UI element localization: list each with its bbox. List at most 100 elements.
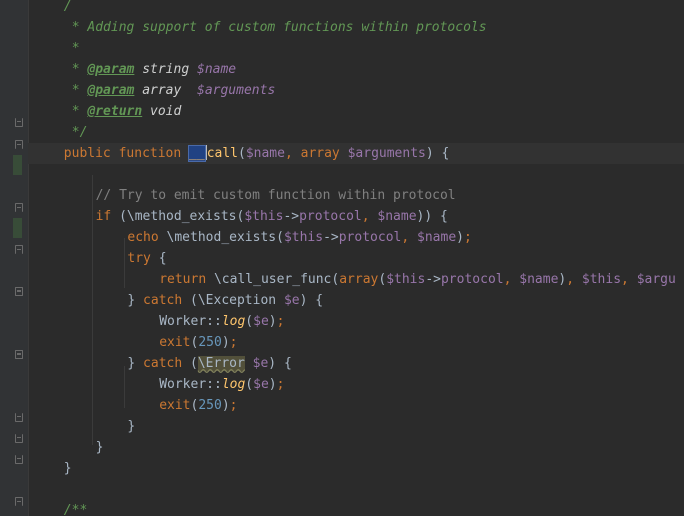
code-line[interactable]: * Adding support of custom functions wit… xyxy=(28,17,684,38)
code-line[interactable]: if (\method_exists($this->protocol, $nam… xyxy=(28,206,684,227)
code-token: @return xyxy=(87,104,143,119)
code-token: ; xyxy=(276,314,285,329)
editor-gutter[interactable] xyxy=(0,0,29,516)
code-line[interactable]: public function __ call($name, array $arg… xyxy=(28,143,684,164)
code-line-text: // Try to emit custom function within pr… xyxy=(96,185,456,206)
code-token: */ xyxy=(71,125,88,140)
code-editor[interactable]: / * Adding support of custom functions wi… xyxy=(0,0,684,516)
code-token: * Adding support of custom functions wit… xyxy=(71,20,487,35)
code-line[interactable]: * @return void xyxy=(28,101,684,122)
code-token: ( xyxy=(190,356,198,371)
code-token: $this xyxy=(581,272,622,287)
code-token: ; xyxy=(276,377,285,392)
code-line[interactable]: * xyxy=(28,38,684,59)
fold-end-icon[interactable] xyxy=(15,413,23,422)
code-token: , xyxy=(361,209,378,224)
code-line-text: * @param array $arguments xyxy=(72,80,276,101)
code-token: 250 xyxy=(198,398,222,413)
code-token: try xyxy=(127,251,159,266)
code-token: ( xyxy=(378,272,387,287)
code-line[interactable]: Worker::log($e); xyxy=(28,311,684,332)
code-token: , xyxy=(621,272,637,287)
code-token: ) { xyxy=(268,356,292,371)
fold-start-icon[interactable] xyxy=(15,350,23,359)
fold-start-icon[interactable] xyxy=(15,140,23,149)
code-line-text: if (\method_exists($this->protocol, $nam… xyxy=(96,206,448,227)
code-token: 250 xyxy=(198,335,222,350)
code-token: $e xyxy=(252,356,269,371)
code-token: void xyxy=(142,104,182,119)
code-token: $name xyxy=(519,272,559,287)
code-line[interactable]: * @param array $arguments xyxy=(28,80,684,101)
code-line[interactable]: } xyxy=(28,437,684,458)
code-token: echo xyxy=(127,230,167,245)
code-line-text: echo \method_exists($this->protocol, $na… xyxy=(127,227,471,248)
code-token: $this xyxy=(244,209,284,224)
code-token: $argu xyxy=(636,272,676,287)
code-token: public function xyxy=(63,146,190,161)
fold-start-icon[interactable] xyxy=(15,497,23,506)
code-token: -> xyxy=(425,272,441,287)
code-line-text: * @return void xyxy=(72,101,182,122)
code-token: ; xyxy=(229,398,238,413)
code-line[interactable]: echo \method_exists($this->protocol, $na… xyxy=(28,227,684,248)
code-line[interactable]: */ xyxy=(28,122,684,143)
code-line-text: exit(250); xyxy=(159,395,237,416)
code-line[interactable]: /** xyxy=(28,500,684,516)
code-line[interactable] xyxy=(28,164,684,185)
code-line-text: public function __ call($name, array $arg… xyxy=(63,143,449,164)
code-token: ( xyxy=(238,146,246,161)
code-token: $e xyxy=(253,377,269,392)
code-line[interactable]: exit(250); xyxy=(28,332,684,353)
code-line-text: exit(250); xyxy=(159,332,237,353)
code-token: catch xyxy=(143,293,191,308)
code-token: ) xyxy=(456,230,464,245)
code-token: Worker:: xyxy=(159,377,222,392)
code-token: } xyxy=(127,419,136,434)
code-token: ) xyxy=(268,377,277,392)
code-token: if xyxy=(95,209,120,224)
code-line[interactable]: // Try to emit custom function within pr… xyxy=(28,185,684,206)
code-token: $name xyxy=(245,146,285,161)
code-token: exit xyxy=(159,398,191,413)
fold-start-icon[interactable] xyxy=(15,287,23,296)
code-token: , xyxy=(284,146,301,161)
code-line-text: Worker::log($e); xyxy=(159,311,284,332)
fold-end-icon[interactable] xyxy=(15,118,23,127)
code-line[interactable]: * @param string $name xyxy=(28,59,684,80)
fold-start-icon[interactable] xyxy=(15,203,23,212)
code-token: * xyxy=(71,41,80,56)
code-line[interactable]: } xyxy=(28,416,684,437)
code-line[interactable]: Worker::log($e); xyxy=(28,374,684,395)
fold-end-icon[interactable] xyxy=(15,455,23,464)
code-token: ) xyxy=(221,398,230,413)
code-token: ) xyxy=(268,314,277,329)
code-token: array xyxy=(339,272,379,287)
code-token: __ xyxy=(188,145,206,162)
code-token: protocol xyxy=(299,209,362,224)
code-line[interactable]: } xyxy=(28,458,684,479)
code-line-text: * Adding support of custom functions wit… xyxy=(72,17,487,38)
code-line-text: * xyxy=(72,38,80,59)
code-line[interactable]: return \call_user_func(array($this->prot… xyxy=(28,269,684,290)
code-token: (\Exception xyxy=(190,293,284,308)
code-line[interactable]: / xyxy=(28,0,684,17)
code-token: /** xyxy=(63,503,88,516)
code-line[interactable]: } catch (\Error $e) { xyxy=(28,353,684,374)
code-token: $arguments xyxy=(347,146,426,161)
vcs-change-marker xyxy=(13,155,22,175)
code-token: call xyxy=(206,146,238,161)
code-token: protocol xyxy=(440,272,504,287)
code-token: @param xyxy=(87,83,135,98)
fold-end-icon[interactable] xyxy=(15,434,23,443)
code-token: $arguments xyxy=(197,83,276,98)
code-line[interactable]: } catch (\Exception $e) { xyxy=(28,290,684,311)
code-token: } xyxy=(63,461,72,476)
code-line[interactable] xyxy=(28,479,684,500)
code-line[interactable]: try { xyxy=(28,248,684,269)
code-line-text: } xyxy=(64,458,72,479)
code-token: log xyxy=(221,314,246,329)
fold-start-icon[interactable] xyxy=(15,245,23,254)
code-line[interactable]: exit(250); xyxy=(28,395,684,416)
